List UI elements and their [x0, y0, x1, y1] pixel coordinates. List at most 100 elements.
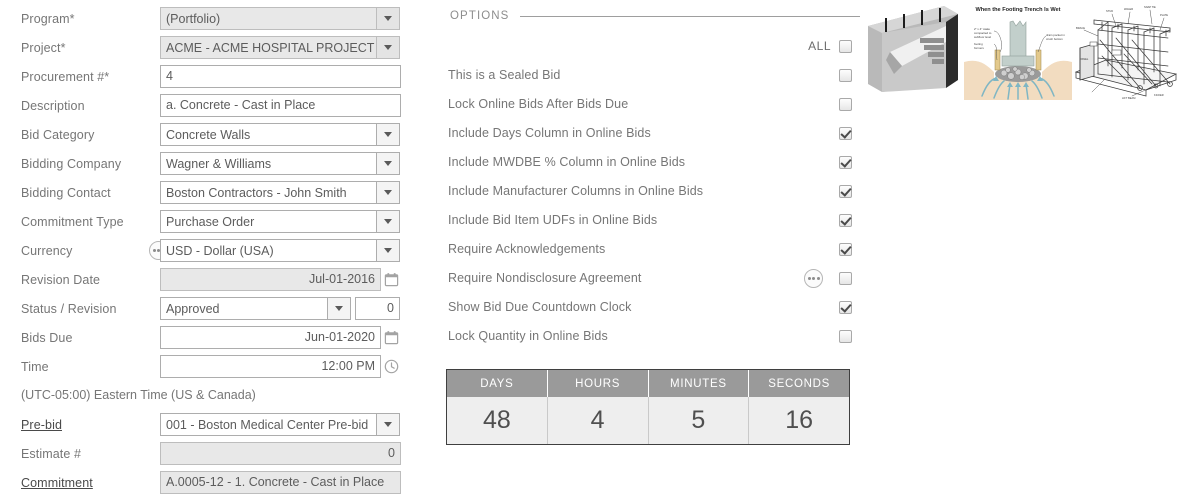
svg-text:WALER: WALER — [1124, 7, 1133, 11]
countdown-header-hours: HOURS — [547, 370, 649, 397]
chevron-down-icon[interactable] — [376, 210, 400, 233]
option-label: Show Bid Due Countdown Clock — [448, 300, 632, 314]
option-checkbox[interactable] — [839, 242, 852, 256]
svg-text:PLATE: PLATE — [1160, 13, 1168, 17]
form-row-commitment-type: Commitment Type Purchase Order — [0, 207, 440, 236]
option-label: Include Days Column in Online Bids — [448, 126, 651, 140]
field-time[interactable]: 12:00 PM — [160, 355, 401, 378]
option-checkbox[interactable] — [839, 300, 852, 314]
label-commitment-link[interactable]: Commitment — [0, 476, 160, 490]
svg-text:STUD: STUD — [1106, 9, 1113, 13]
option-label: This is a Sealed Bid — [448, 68, 561, 82]
chevron-down-icon[interactable] — [376, 239, 400, 262]
option-row-require-acknowledgements: Require Acknowledgements — [448, 239, 852, 259]
form-row-project: Project* ACME - ACME HOSPITAL PROJECT — [0, 33, 440, 62]
field-revision-date: Jul-01-2016 — [160, 268, 401, 291]
commitment-type-dropdown[interactable]: Purchase Order — [160, 210, 400, 233]
chevron-down-icon[interactable] — [376, 152, 400, 175]
field-status-revision[interactable]: Approved 0 — [160, 297, 400, 320]
option-row-all: ALL — [448, 36, 852, 56]
option-checkbox[interactable] — [839, 329, 852, 343]
calendar-icon[interactable] — [381, 268, 401, 291]
time-input[interactable]: 12:00 PM — [160, 355, 381, 378]
countdown-value-seconds: 16 — [749, 397, 849, 444]
field-bidding-company[interactable]: Wagner & Williams — [160, 152, 400, 175]
option-row-nondisclosure-agreement: Require Nondisclosure Agreement — [448, 268, 852, 288]
thumbnail-wall-formwork-scaffolding[interactable]: BRACE STUD WALER SNAP TIE PLATE PANEL LI… — [1072, 0, 1183, 100]
label-project: Project* — [21, 40, 66, 55]
option-checkbox[interactable] — [839, 184, 852, 198]
chevron-down-icon[interactable] — [327, 297, 351, 320]
option-checkbox[interactable] — [839, 97, 852, 111]
countdown-header-seconds: SECONDS — [749, 370, 849, 397]
chevron-down-icon[interactable] — [376, 123, 400, 146]
procurement-number-input[interactable]: 4 — [160, 65, 401, 88]
program-dropdown[interactable]: (Portfolio) — [160, 7, 400, 30]
project-value: ACME - ACME HOSPITAL PROJECT — [160, 36, 376, 59]
label-time: Time — [21, 359, 49, 374]
thumbnail-wet-footing-trench[interactable]: When the Footing Trench Is Wet 2" x 4" s… — [964, 0, 1072, 100]
svg-text:BRACE: BRACE — [1076, 26, 1085, 30]
form-row-bidding-company: Bidding Company Wagner & Williams — [0, 149, 440, 178]
bidding-company-dropdown[interactable]: Wagner & Williams — [160, 152, 400, 175]
option-checkbox-all[interactable] — [839, 39, 852, 53]
field-bids-due[interactable]: Jun-01-2020 — [160, 326, 401, 349]
currency-value: USD - Dollar (USA) — [160, 239, 376, 262]
bids-due-input[interactable]: Jun-01-2020 — [160, 326, 381, 349]
clock-icon[interactable] — [381, 355, 401, 378]
nondisclosure-more-options-icon[interactable] — [804, 268, 823, 288]
timezone-text: (UTC-05:00) Eastern Time (US & Canada) — [21, 388, 256, 402]
chevron-down-icon[interactable] — [376, 36, 400, 59]
bid-details-form: Program* (Portfolio) Project* ACME - ACM… — [0, 0, 440, 501]
chevron-down-icon[interactable] — [376, 7, 400, 30]
option-checkbox[interactable] — [839, 213, 852, 227]
label-bidding-company: Bidding Company — [21, 156, 122, 171]
field-currency[interactable]: USD - Dollar (USA) — [160, 239, 400, 262]
bid-due-countdown-clock: DAYS HOURS MINUTES SECONDS 48 4 5 16 — [446, 369, 850, 445]
option-checkbox[interactable] — [839, 271, 852, 285]
form-row-bidding-contact: Bidding Contact Boston Contractors - Joh… — [0, 178, 440, 207]
currency-dropdown[interactable]: USD - Dollar (USA) — [160, 239, 400, 262]
field-pre-bid[interactable]: 001 - Boston Medical Center Pre-bid — [160, 413, 400, 436]
chevron-down-icon[interactable] — [376, 181, 400, 204]
form-row-program: Program* (Portfolio) — [0, 4, 440, 33]
form-row-estimate-number: Estimate # 0 — [0, 439, 440, 468]
pre-bid-dropdown[interactable]: 001 - Boston Medical Center Pre-bid — [160, 413, 400, 436]
commitment-value: A.0005-12 - 1. Concrete - Cast in Place — [160, 471, 401, 494]
thumbnail-concrete-wall-section[interactable] — [862, 0, 964, 96]
countdown-value-minutes: 5 — [648, 397, 750, 444]
option-checkbox[interactable] — [839, 126, 852, 140]
countdown-value-days: 48 — [447, 397, 548, 444]
bid-category-dropdown[interactable]: Concrete Walls — [160, 123, 400, 146]
svg-text:LIFT BEAM: LIFT BEAM — [1122, 96, 1135, 100]
status-dropdown[interactable]: Approved — [160, 297, 351, 320]
field-procurement-number[interactable]: 4 — [160, 65, 401, 88]
field-description[interactable]: a. Concrete - Cast in Place — [160, 94, 401, 117]
field-project[interactable]: ACME - ACME HOSPITAL PROJECT — [160, 36, 400, 59]
label-bidding-contact: Bidding Contact — [21, 185, 111, 200]
bidding-contact-dropdown[interactable]: Boston Contractors - John Smith — [160, 181, 400, 204]
form-row-currency: Currency USD - Dollar (USA) — [0, 236, 440, 265]
calendar-icon[interactable] — [381, 326, 401, 349]
field-bidding-contact[interactable]: Boston Contractors - John Smith — [160, 181, 400, 204]
project-dropdown[interactable]: ACME - ACME HOSPITAL PROJECT — [160, 36, 400, 59]
field-bid-category[interactable]: Concrete Walls — [160, 123, 400, 146]
description-input[interactable]: a. Concrete - Cast in Place — [160, 94, 401, 117]
option-checkbox[interactable] — [839, 155, 852, 169]
countdown-header-row: DAYS HOURS MINUTES SECONDS — [447, 370, 849, 397]
field-program[interactable]: (Portfolio) — [160, 7, 400, 30]
form-row-revision-date: Revision Date Jul-01-2016 — [0, 265, 440, 294]
revision-date-input: Jul-01-2016 — [160, 268, 381, 291]
option-checkbox[interactable] — [839, 68, 852, 82]
revision-number-input[interactable]: 0 — [355, 297, 400, 320]
chevron-down-icon[interactable] — [376, 413, 400, 436]
label-procurement-number: Procurement #* — [21, 69, 110, 84]
option-row-lock-online-bids: Lock Online Bids After Bids Due — [448, 94, 852, 114]
field-commitment-type[interactable]: Purchase Order — [160, 210, 400, 233]
form-row-description: Description a. Concrete - Cast in Place — [0, 91, 440, 120]
option-row-manufacturer-columns: Include Manufacturer Columns in Online B… — [448, 181, 852, 201]
svg-text:crush bottom: crush bottom — [1046, 37, 1063, 41]
bid-package-form-page: Program* (Portfolio) Project* ACME - ACM… — [0, 0, 1183, 501]
label-pre-bid-link[interactable]: Pre-bid — [0, 418, 160, 432]
bid-category-value: Concrete Walls — [160, 123, 376, 146]
